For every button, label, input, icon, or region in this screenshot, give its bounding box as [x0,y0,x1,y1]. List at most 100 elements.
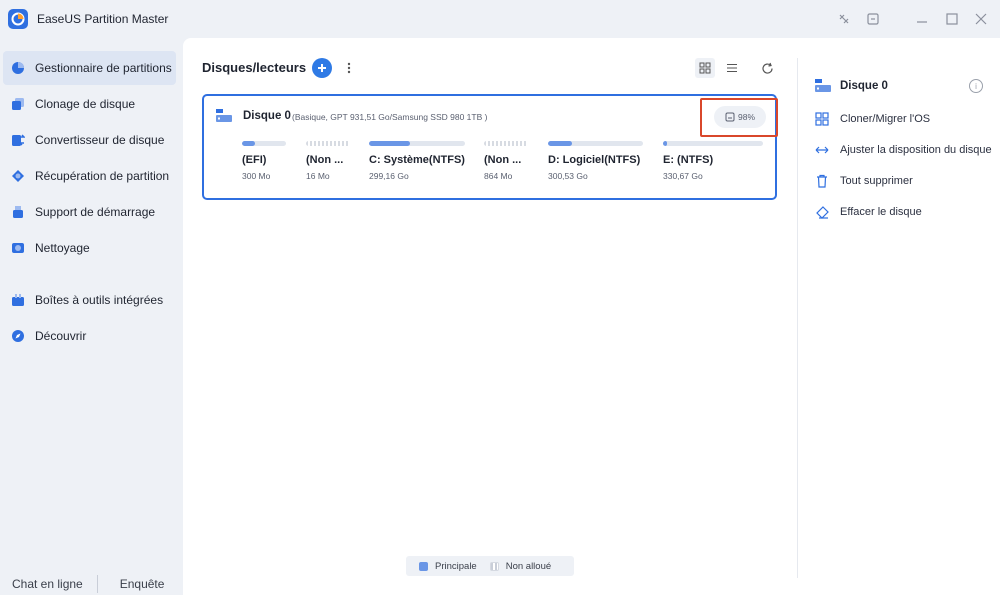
sidebar-item-label: Récupération de partition [35,169,170,183]
partition-usage-bar [484,141,528,146]
sidebar-item-label: Boîtes à outils intégrées [35,293,164,307]
adjust-layout-icon [814,142,830,158]
app-title: EaseUS Partition Master [37,12,169,26]
list-view-icon[interactable] [722,58,742,78]
disk-converter-icon [10,132,26,148]
sidebar-item-boot-media[interactable]: Support de démarrage [3,195,176,229]
partition-name: (Non ... [306,154,344,166]
partition-unallocated-2[interactable]: (Non ... 864 Mo [484,141,528,191]
sidebar: Gestionnaire de partitions Clonage de di… [0,38,183,595]
grid-view-icon[interactable] [695,58,715,78]
sidebar-item-partition-manager[interactable]: Gestionnaire de partitions [3,51,176,85]
partition-usage-fill [369,141,411,146]
partition-usage-fill [548,141,572,146]
panel-divider [797,58,798,578]
partition-name: C: Système(NTFS) [369,154,465,166]
page-title: Disques/lecteurs [202,60,307,75]
partition-e[interactable]: E: (NTFS) 330,67 Go [663,141,763,191]
partition-usage-bar [663,141,763,146]
disk-name: Disque 0 [243,110,291,122]
sidebar-footer: Chat en ligne Enquête [0,572,183,595]
legend-unallocated: Non alloué [505,560,552,572]
partition-d[interactable]: D: Logiciel(NTFS) 300,53 Go [548,141,643,191]
action-label: Effacer le disque [840,206,922,218]
clone-os-action[interactable]: Cloner/Migrer l'OS [814,109,994,129]
footer-divider [96,575,98,593]
refresh-icon[interactable] [757,58,777,78]
minimize-icon[interactable] [913,10,931,28]
feedback-icon[interactable] [864,10,882,28]
main-panel: Disques/lecteurs Disque 0 (Basique, GPT … [183,38,1000,595]
partition-manager-icon [10,60,26,76]
live-chat-link[interactable]: Chat en ligne [12,577,83,591]
sidebar-item-label: Nettoyage [35,241,90,255]
sidebar-item-label: Découvrir [35,329,87,343]
cleanup-icon [10,240,26,256]
partition-usage-bar [369,141,465,146]
partition-legend: Principale Non alloué [406,556,574,576]
maximize-icon[interactable] [943,10,961,28]
action-label: Tout supprimer [840,175,913,187]
partition-usage-fill [663,141,667,146]
partition-usage-bar [548,141,643,146]
partition-size: 16 Mo [306,171,330,181]
partition-size: 864 Mo [484,171,513,181]
hard-disk-icon [215,108,233,124]
title-bar: EaseUS Partition Master [0,0,1000,38]
partition-usage-bar [306,141,350,146]
partition-unallocated-1[interactable]: (Non ... 16 Mo [306,141,350,191]
partition-size: 300,53 Go [548,171,588,181]
sidebar-item-label: Convertisseur de disque [35,133,165,147]
discover-icon [10,328,26,344]
eraser-icon [814,204,830,220]
sidebar-item-label: Clonage de disque [35,97,136,111]
partition-name: (Non ... [484,154,522,166]
partition-c[interactable]: C: Système(NTFS) 299,16 Go [369,141,465,191]
partition-name: (EFI) [242,154,267,166]
delete-all-action[interactable]: Tout supprimer [814,171,994,191]
trash-icon [814,173,830,189]
partition-efi[interactable]: (EFI) 300 Mo [242,141,286,191]
disk-usage-value: 98% [737,112,755,122]
info-icon[interactable]: i [969,79,983,93]
sidebar-item-label: Gestionnaire de partitions [35,61,172,75]
partition-usage-fill [242,141,256,146]
disk-usage-badge[interactable]: 98% [714,106,766,128]
partition-size: 299,16 Go [369,171,409,181]
selected-disk-title: Disque 0 [840,80,888,92]
survey-link[interactable]: Enquête [120,577,165,591]
sidebar-item-disk-converter[interactable]: Convertisseur de disque [3,123,176,157]
close-icon[interactable] [972,10,990,28]
action-label: Cloner/Migrer l'OS [840,113,931,125]
partition-name: E: (NTFS) [663,154,714,166]
sidebar-item-toolbox[interactable]: Boîtes à outils intégrées [3,283,176,317]
more-options-icon[interactable] [342,59,356,77]
partition-usage-bar [242,141,286,146]
adjust-layout-action[interactable]: Ajuster la disposition du disque [814,140,994,160]
theme-icon[interactable] [835,10,853,28]
clone-os-icon [814,111,830,127]
app-logo-icon [8,9,28,29]
add-disk-button[interactable] [312,58,332,78]
sidebar-item-cleanup[interactable]: Nettoyage [3,231,176,265]
wipe-disk-action[interactable]: Effacer le disque [814,202,994,222]
partition-recovery-icon [10,168,26,184]
partition-size: 330,67 Go [663,171,703,181]
partition-name: D: Logiciel(NTFS) [548,154,641,166]
action-label: Ajuster la disposition du disque [840,144,992,156]
disk-clone-icon [10,96,26,112]
disk-info: (Basique, GPT 931,51 Go/Samsung SSD 980 … [292,112,488,122]
unallocated-swatch [489,561,499,571]
sidebar-item-label: Support de démarrage [35,205,156,219]
sidebar-item-disk-clone[interactable]: Clonage de disque [3,87,176,121]
disk-health-icon [725,112,735,122]
boot-media-icon [10,204,26,220]
sidebar-item-discover[interactable]: Découvrir [3,319,176,353]
primary-swatch [419,561,428,571]
toolbox-icon [10,292,26,308]
sidebar-item-partition-recovery[interactable]: Récupération de partition [3,159,176,193]
disk-card[interactable]: Disque 0 (Basique, GPT 931,51 Go/Samsung… [202,94,778,200]
legend-primary: Principale [435,560,477,572]
hard-disk-icon [814,78,832,94]
partition-size: 300 Mo [242,171,271,181]
